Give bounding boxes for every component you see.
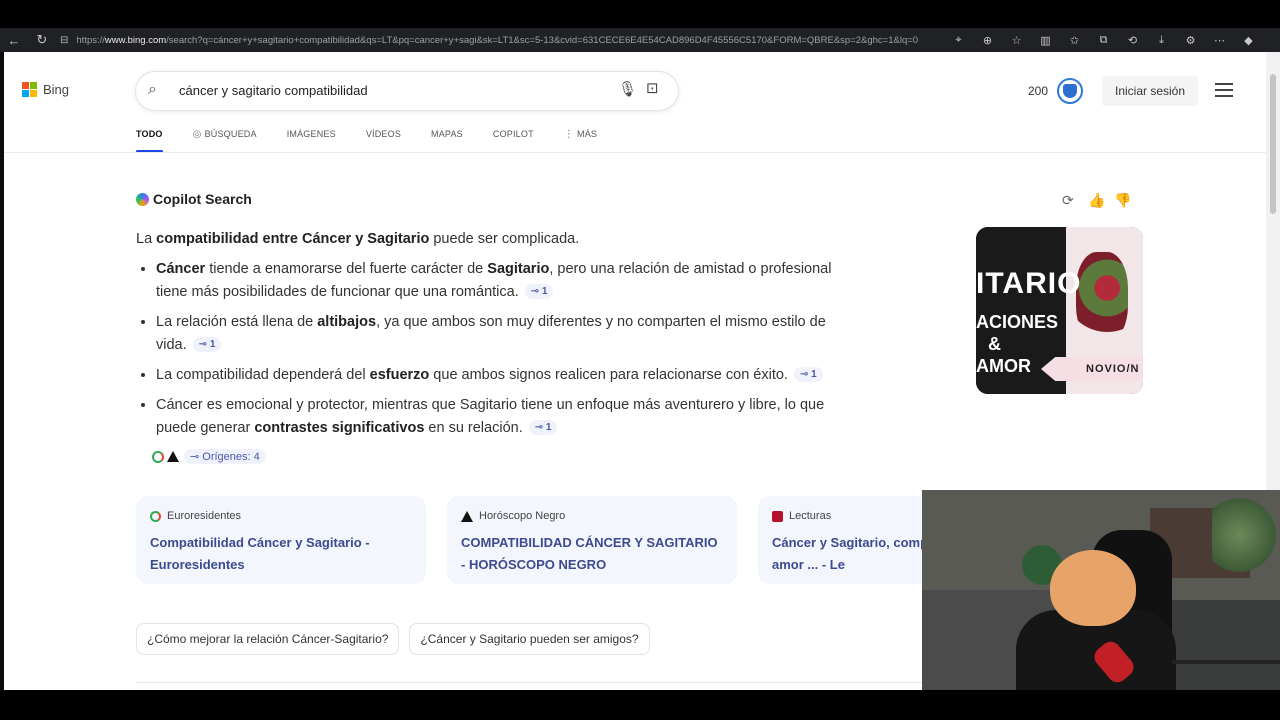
logo-text: Bing xyxy=(43,82,70,97)
lecturas-icon xyxy=(772,510,783,522)
extension-icon[interactable]: ⚙ xyxy=(1176,34,1205,47)
horoscopo-favicon-icon xyxy=(167,451,179,462)
back-icon[interactable]: ← xyxy=(0,28,28,52)
search-tabs: TODO ◎ BÚSQUEDA IMÁGENES VÍDEOS MAPAS COP… xyxy=(136,128,627,154)
thumbs-up-icon[interactable]: 👍 xyxy=(1088,192,1105,209)
tab-todo[interactable]: TODO xyxy=(136,128,163,154)
mic-arm xyxy=(1172,660,1280,664)
search-box[interactable]: ⌕ cáncer y sagitario compatibilidad 🎙 ⊡ xyxy=(136,72,678,110)
search-icon[interactable]: ⌕ xyxy=(148,81,157,99)
copilot-search-icon: ◎ xyxy=(192,129,202,140)
screen-bottom-bar xyxy=(0,690,1280,720)
source-title-link[interactable]: Compatibilidad Cáncer y Sagitario - Euro… xyxy=(150,532,412,576)
tab-imagenes[interactable]: IMÁGENES xyxy=(287,128,336,154)
source-card[interactable]: Euroresidentes Compatibilidad Cáncer y S… xyxy=(136,496,426,584)
microphone-icon[interactable]: 🎙 xyxy=(618,80,637,98)
bing-logo[interactable]: Bing xyxy=(22,82,69,97)
citation-link[interactable]: ⊸ 1 xyxy=(192,337,222,352)
browser-toolbar: ← ↻ ⊟ https://www.bing.com/search?q=cánc… xyxy=(0,28,1280,52)
location-icon[interactable]: ⌖ xyxy=(944,34,973,47)
url-prefix: https:// xyxy=(76,34,105,46)
section-divider xyxy=(136,682,926,683)
flower-graphic xyxy=(1076,252,1128,342)
screen-top-bar xyxy=(0,0,1280,28)
scrollbar-thumb[interactable] xyxy=(1270,74,1276,214)
related-question-chip[interactable]: ¿Cómo mejorar la relación Cáncer-Sagitar… xyxy=(136,623,400,655)
plant xyxy=(1212,490,1280,580)
answer-intro: La compatibilidad entre Cáncer y Sagitar… xyxy=(136,231,580,247)
tab-mapas[interactable]: MAPAS xyxy=(431,128,463,154)
copilot-logo-icon xyxy=(136,192,149,206)
euroresidentes-favicon-icon xyxy=(152,450,164,463)
answer-bullet: La compatibilidad dependerá del esfuerzo… xyxy=(156,364,856,387)
answer-bullet: Cáncer tiende a enamorarse del fuerte ca… xyxy=(156,258,856,304)
person-head xyxy=(1050,550,1136,626)
split-screen-icon[interactable]: ▥ xyxy=(1031,34,1060,47)
zoom-icon[interactable]: ⊕ xyxy=(973,34,1002,47)
origins-button[interactable]: ⊸ Orígenes: 4 xyxy=(152,449,266,464)
image-text: ITARIO xyxy=(976,267,1082,300)
citation-link[interactable]: ⊸ 1 xyxy=(524,284,554,299)
favorite-star-icon[interactable]: ☆ xyxy=(1002,34,1031,47)
history-icon[interactable]: ⟲ xyxy=(1118,34,1147,47)
tab-copilot[interactable]: COPILOT xyxy=(493,128,534,154)
header-divider xyxy=(4,152,1266,153)
site-info-icon[interactable]: ⊟ xyxy=(60,35,68,46)
search-input[interactable]: cáncer y sagitario compatibilidad xyxy=(179,83,368,98)
regenerate-icon[interactable]: ⟳ xyxy=(1062,192,1074,209)
related-question-chip[interactable]: ¿Cáncer y Sagitario pueden ser amigos? xyxy=(409,623,650,655)
favorites-icon[interactable]: ✩ xyxy=(1060,34,1089,47)
tab-busqueda[interactable]: ◎ BÚSQUEDA xyxy=(193,128,257,154)
copilot-answer: La compatibilidad entre Cáncer y Sagitar… xyxy=(136,228,856,447)
signin-button[interactable]: Iniciar sesión xyxy=(1102,76,1198,106)
result-image[interactable]: ITARIO ACIONES & AMOR NOVIO/N xyxy=(976,227,1143,394)
horoscopo-negro-icon xyxy=(461,510,473,522)
related-questions: ¿Cómo mejorar la relación Cáncer-Sagitar… xyxy=(136,623,660,655)
answer-bullet: La relación está llena de altibajos, ya … xyxy=(156,311,856,357)
rewards-icon[interactable] xyxy=(1057,78,1083,104)
copilot-search-heading: Copilot Search xyxy=(136,191,252,207)
collections-icon[interactable]: ⧉ xyxy=(1089,34,1118,47)
citation-link[interactable]: ⊸ 1 xyxy=(793,367,823,382)
rewards-points[interactable]: 200 xyxy=(1028,84,1048,98)
address-bar[interactable]: ⊟ https://www.bing.com/search?q=cáncer+y… xyxy=(60,30,940,50)
menu-icon[interactable] xyxy=(1215,83,1233,101)
url-path: /search?q=cáncer+y+sagitario+compatibili… xyxy=(166,34,919,46)
copilot-sidebar-icon[interactable]: ◆ xyxy=(1234,34,1263,47)
thumbs-down-icon[interactable]: 👎 xyxy=(1114,192,1131,209)
url-domain: www.bing.com xyxy=(104,34,167,46)
euroresidentes-icon xyxy=(150,510,161,522)
source-card[interactable]: Horóscopo Negro COMPATIBILIDAD CÁNCER Y … xyxy=(447,496,737,584)
citation-link[interactable]: ⊸ 1 xyxy=(528,420,558,435)
visual-search-icon[interactable]: ⊡ xyxy=(646,79,659,97)
tab-mas[interactable]: ⋮ MÁS xyxy=(564,128,597,154)
microsoft-logo-icon xyxy=(22,82,37,97)
download-icon[interactable]: ⤓ xyxy=(1147,34,1176,47)
tab-videos[interactable]: VÍDEOS xyxy=(366,128,401,154)
source-title-link[interactable]: COMPATIBILIDAD CÁNCER Y SAGITARIO - HORÓ… xyxy=(461,532,723,576)
answer-bullet: Cáncer es emocional y protector, mientra… xyxy=(156,394,856,440)
image-band-text: NOVIO/N xyxy=(1086,363,1140,375)
refresh-icon[interactable]: ↻ xyxy=(28,28,56,52)
webcam-overlay xyxy=(922,490,1280,692)
more-icon[interactable]: ⋯ xyxy=(1205,34,1234,47)
more-vertical-icon: ⋮ xyxy=(563,129,574,140)
